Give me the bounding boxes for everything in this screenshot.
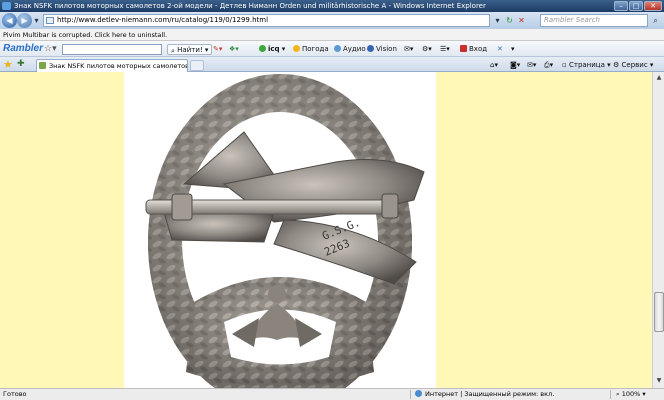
add-favorite-icon[interactable]: ✚ <box>17 58 25 71</box>
page-content: G.S.G. 2263 <box>0 72 652 388</box>
rambler-search-input[interactable] <box>62 44 162 55</box>
address-toolbar: ◀ ▶ ▾ http://www.detlev-niemann.com/ru/c… <box>0 12 664 29</box>
tab-favicon <box>39 62 46 69</box>
feeds-icon[interactable]: ◙▾ <box>510 59 520 71</box>
find-label: Найти! <box>177 46 203 54</box>
tools-menu[interactable]: ⚙ Сервис ▾ <box>613 59 653 71</box>
weather-button[interactable]: Погода <box>293 44 329 55</box>
scrollbar-thumb[interactable] <box>654 292 664 332</box>
status-bar: Готово Интернет | Защищенный режим: вкл.… <box>0 388 664 400</box>
vision-label: Vision <box>376 45 397 53</box>
status-text: Готово <box>3 390 27 398</box>
address-url: http://www.detlev-niemann.com/ru/catalog… <box>57 16 269 24</box>
window-controls: – □ ✕ <box>614 1 662 11</box>
rambler-find-button[interactable]: ⌕ Найти! ▾ <box>167 44 213 55</box>
window-titlebar: Знак NSFK пилотов моторных самолетов 2-о… <box>0 0 664 12</box>
tab-title: Знак NSFK пилотов моторных самолетов 2-о… <box>49 62 188 70</box>
tab-active[interactable]: Знак NSFK пилотов моторных самолетов 2-о… <box>36 59 188 72</box>
search-input[interactable]: Rambler Search <box>540 14 648 27</box>
toolbar-menu-icon[interactable]: ▾ <box>511 44 515 55</box>
audio-icon <box>334 45 341 52</box>
recent-pages-icon[interactable]: ▾ <box>31 15 42 26</box>
read-mail-icon[interactable]: ✉▾ <box>527 59 536 71</box>
stop-icon[interactable]: ✕ <box>516 15 527 26</box>
search-icon[interactable]: ⌕ <box>650 15 661 26</box>
security-zone[interactable]: Интернет | Защищенный режим: вкл. <box>415 389 554 400</box>
tab-command-bar: ★ ✚ Знак NSFK пилотов моторных самолетов… <box>0 57 664 72</box>
search-placeholder: Rambler Search <box>544 16 600 24</box>
print-icon[interactable]: ⎙▾ <box>544 59 553 71</box>
info-bar-message: Pivim Multibar is corrupted. Click here … <box>3 31 168 39</box>
login-label: Вход <box>469 45 488 53</box>
home-icon[interactable]: ⌂▾ <box>490 59 498 71</box>
forward-button[interactable]: ▶ <box>17 13 32 28</box>
sun-icon <box>293 45 300 52</box>
page-icon <box>46 17 54 24</box>
user-icon <box>460 45 467 52</box>
refresh-icon[interactable]: ↻ <box>504 15 515 26</box>
minimize-button[interactable]: – <box>614 1 628 11</box>
zoom-control[interactable]: ⌕ 100% ▾ <box>616 389 646 400</box>
favorites-star-icon[interactable]: ★ <box>3 58 13 71</box>
tools-icon[interactable]: ⚙▾ <box>422 44 432 55</box>
close-button[interactable]: ✕ <box>644 1 662 11</box>
audio-button[interactable]: Аудио <box>334 44 366 55</box>
mail-icon[interactable]: ✉▾ <box>404 44 413 55</box>
icq-label: icq <box>268 45 280 53</box>
icq-button[interactable]: icq ▾ <box>259 44 285 55</box>
audio-label: Аудио <box>343 45 366 53</box>
address-input[interactable]: http://www.detlev-niemann.com/ru/catalog… <box>43 14 490 27</box>
product-photo[interactable]: G.S.G. 2263 <box>124 72 436 388</box>
rambler-toolbar: Rambler ☆▾ ⌕ Найти! ▾ ✎▾ ❖▾ icq ▾ Погода… <box>0 41 664 57</box>
vertical-scrollbar[interactable]: ▲ ▼ <box>652 72 664 388</box>
rambler-star-icon[interactable]: ☆▾ <box>44 44 57 54</box>
ie-app-icon <box>2 2 11 10</box>
bookmark-icon[interactable]: ❖▾ <box>229 44 239 55</box>
zone-label: Интернет | Защищенный режим: вкл. <box>425 390 555 398</box>
news-icon[interactable]: ☰▾ <box>440 44 450 55</box>
status-separator <box>610 390 611 399</box>
scroll-up-arrow[interactable]: ▲ <box>654 73 664 83</box>
globe-icon <box>415 390 422 397</box>
settings-icon[interactable]: ✕ <box>497 44 503 55</box>
rambler-logo[interactable]: Rambler <box>3 43 43 54</box>
new-tab-button[interactable] <box>190 60 204 71</box>
highlight-icon[interactable]: ✎▾ <box>213 44 222 55</box>
search-icon: ⌕ <box>171 47 175 55</box>
status-separator <box>410 390 411 399</box>
back-button[interactable]: ◀ <box>2 13 17 28</box>
nsfk-badge-image: G.S.G. 2263 <box>145 74 425 388</box>
vision-icon <box>367 45 374 52</box>
zoom-level: 100% <box>621 390 641 398</box>
tools-menu-label: Сервис <box>621 61 648 69</box>
icq-icon <box>259 45 266 52</box>
information-bar[interactable]: Pivim Multibar is corrupted. Click here … <box>0 29 664 41</box>
scroll-down-arrow[interactable]: ▼ <box>654 376 664 386</box>
weather-label: Погода <box>302 45 329 53</box>
login-button[interactable]: Вход <box>460 44 487 55</box>
vision-button[interactable]: Vision <box>367 44 397 55</box>
page-menu-label: Страница <box>568 61 605 69</box>
page-menu[interactable]: ▫ Страница ▾ <box>562 59 611 71</box>
maximize-button[interactable]: □ <box>629 1 643 11</box>
address-dropdown-icon[interactable]: ▾ <box>492 15 503 26</box>
window-title: Знак NSFK пилотов моторных самолетов 2-о… <box>14 2 486 10</box>
